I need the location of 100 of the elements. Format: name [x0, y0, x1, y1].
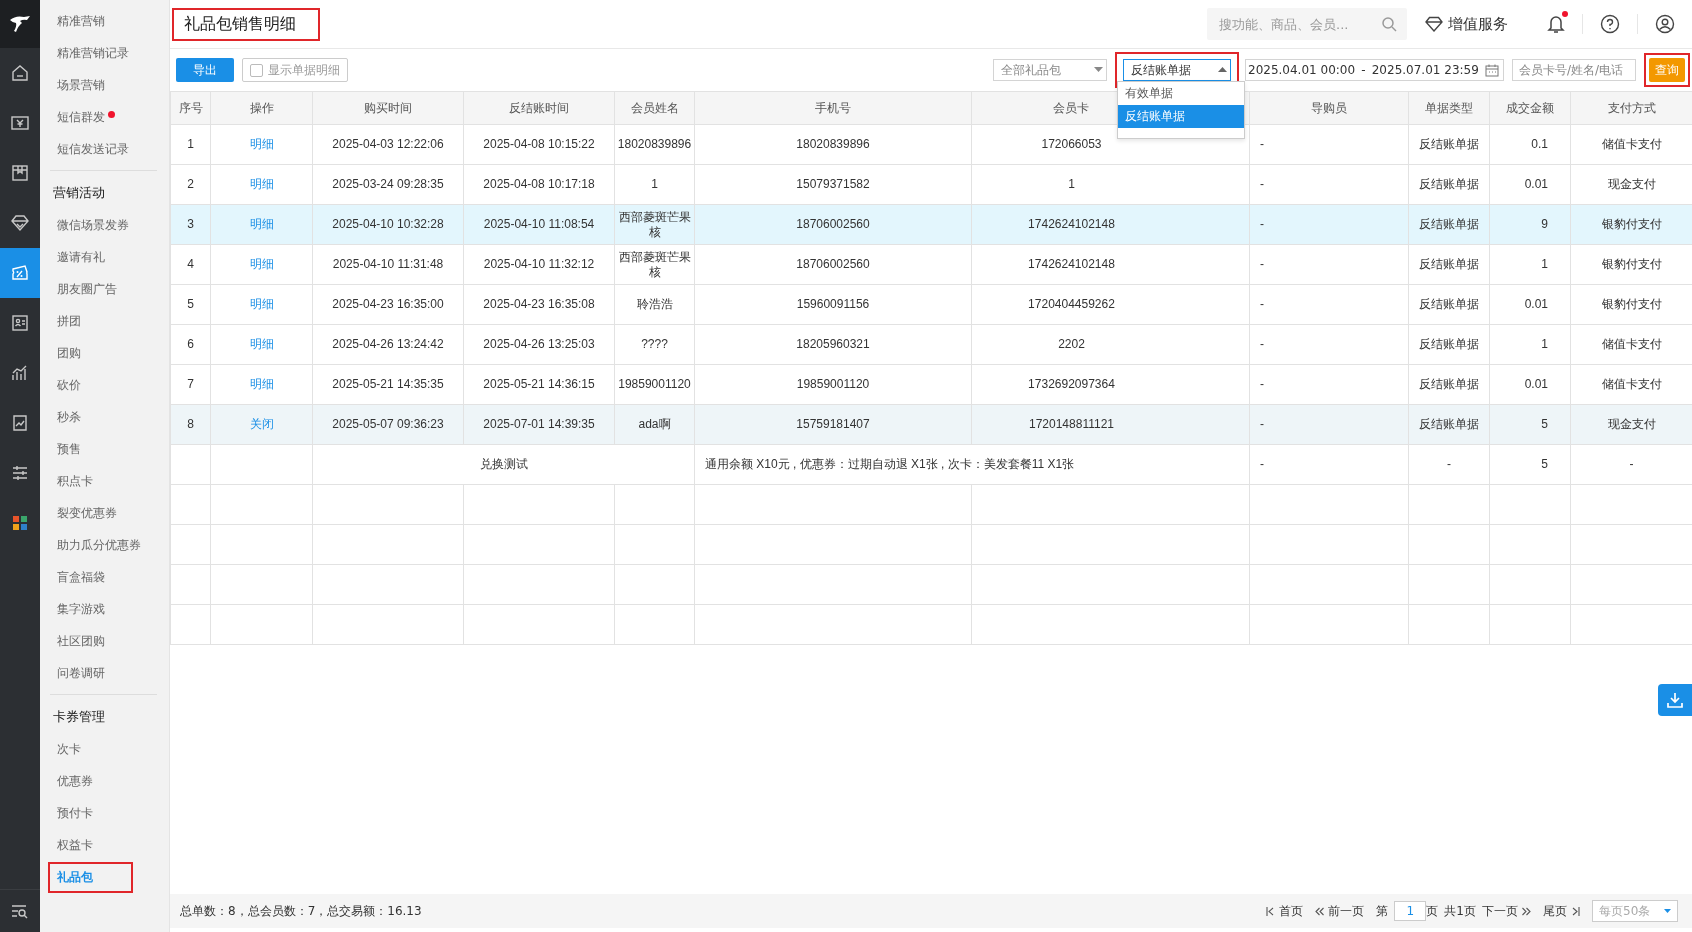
box-icon[interactable]: [10, 163, 30, 183]
page-title: 礼品包销售明细: [174, 9, 318, 39]
sidebar-item[interactable]: 秒杀: [57, 408, 81, 426]
table-row[interactable]: 8 关闭 2025-05-07 09:36:23 2025-07-01 14:39:35 ada啊 15759181407 1720148811121 - 反结账单据 5 现金支付: [170, 404, 1692, 445]
sidebar-item[interactable]: 权益卡: [57, 836, 93, 854]
table-cell: 2025-05-07 09:36:23: [312, 404, 464, 445]
row-action-link[interactable]: 关闭: [249, 417, 274, 431]
last-page-button[interactable]: 尾页: [1543, 902, 1580, 920]
page-label: 第: [1376, 902, 1389, 920]
first-page-button[interactable]: 首页: [1266, 902, 1304, 920]
caret-down-icon: [1664, 909, 1671, 913]
row-action-link[interactable]: 明细: [249, 217, 274, 231]
table-cell: 4: [170, 244, 211, 285]
table-row[interactable]: 1 明细 2025-04-03 12:22:06 2025-04-08 10:15:22 18020839896 18020839896 172066053 - 反结账单据 0.1 储值卡支付: [170, 124, 1692, 165]
previous-page-button[interactable]: 前一页: [1315, 902, 1365, 920]
user-icon[interactable]: [1655, 14, 1675, 34]
sidebar-item[interactable]: 盲盒福袋: [57, 568, 105, 586]
table-cell: 1: [1489, 244, 1571, 285]
sidebar-item[interactable]: 精准营销: [57, 12, 105, 30]
next-page-button[interactable]: 下一页: [1482, 902, 1531, 920]
sidebar-item[interactable]: 社区团购: [57, 632, 105, 650]
table-cell: 2025-04-03 12:22:06: [312, 124, 464, 165]
table-cell: 18205960321: [694, 324, 972, 365]
help-icon[interactable]: [1600, 14, 1620, 34]
sidebar-item[interactable]: 短信群发: [57, 108, 105, 126]
table-cell: 2025-04-26 13:25:03: [463, 324, 615, 365]
bill-type-select[interactable]: 反结账单据: [1123, 59, 1231, 81]
dropdown-option[interactable]: 反结账单据: [1118, 105, 1244, 128]
table-row[interactable]: 3 明细 2025-04-10 10:32:28 2025-04-10 11:08:54 西部菱斑芒果核 18706002560 1742624102148 - 反结账单据 9 银豹付支付: [170, 204, 1692, 245]
table-cell: 反结账单据: [1408, 284, 1490, 325]
sidebar-item[interactable]: 问卷调研: [57, 664, 105, 682]
table-cell: 反结账单据: [1408, 124, 1490, 165]
table-row[interactable]: 2 明细 2025-03-24 09:28:35 2025-04-08 10:17:18 1 15079371582 1 - 反结账单据 0.01 现金支付: [170, 164, 1692, 205]
row-action-link[interactable]: 明细: [249, 337, 274, 351]
sidebar-item[interactable]: 邀请有礼: [57, 248, 105, 266]
date-range-field[interactable]: 2025.04.01 00:00 - 2025.07.01 23:59: [1245, 59, 1504, 81]
row-action-link[interactable]: 明细: [249, 257, 274, 271]
download-icon[interactable]: [1666, 691, 1684, 709]
table-cell: 反结账单据: [1408, 204, 1490, 245]
table-cell: -: [1249, 324, 1409, 365]
sidebar-item[interactable]: 朋友圈广告: [57, 280, 117, 298]
package-select[interactable]: 全部礼品包: [993, 59, 1107, 81]
sidebar-item[interactable]: 次卡: [57, 740, 81, 758]
table-cell: -: [1249, 404, 1409, 445]
table-row[interactable]: 4 明细 2025-04-10 11:31:48 2025-04-10 11:32:12 西部菱斑芒果核 18706002560 1742624102148 - 反结账单据 1 银豹付支付: [170, 244, 1692, 285]
first-page-icon: [1266, 906, 1276, 916]
table-cell: 反结账单据: [1408, 404, 1490, 445]
page-number-field[interactable]: 1: [1394, 901, 1427, 921]
table-row[interactable]: 5 明细 2025-04-23 16:35:00 2025-04-23 16:35:08 聆浩浩 15960091156 1720404459262 - 反结账单据 0.01 银豹付支付: [170, 284, 1692, 325]
row-action-link[interactable]: 明细: [249, 377, 274, 391]
row-action-link[interactable]: 明细: [249, 297, 274, 311]
report-icon[interactable]: [10, 413, 30, 433]
table-cell: 15960091156: [694, 284, 972, 325]
table-cell: 1: [170, 124, 211, 165]
logo-icon[interactable]: [8, 14, 32, 34]
row-action-link[interactable]: 明细: [249, 177, 274, 191]
home-icon[interactable]: [10, 63, 30, 83]
export-button[interactable]: 导出: [176, 58, 234, 82]
sidebar-item[interactable]: 优惠券: [57, 772, 93, 790]
checkbox-square[interactable]: [250, 63, 263, 77]
show-details-checkbox[interactable]: 显示单据明细: [242, 58, 348, 82]
sidebar-item[interactable]: 集字游戏: [57, 600, 105, 618]
sidebar-item[interactable]: 裂变优惠券: [57, 504, 117, 522]
sidebar-item[interactable]: 礼品包: [50, 863, 131, 891]
sidebar-item[interactable]: 精准营销记录: [57, 44, 129, 62]
bell-icon[interactable]: [1547, 14, 1565, 34]
table-cell: 2025-04-10 10:32:28: [312, 204, 464, 245]
value-added-button[interactable]: 增值服务: [1425, 14, 1508, 34]
sidebar-item[interactable]: 助力瓜分优惠券: [57, 536, 141, 554]
coupon-icon[interactable]: [10, 263, 30, 283]
sidebar-item[interactable]: 场景营销: [57, 76, 105, 94]
table-cell: -: [1249, 244, 1409, 285]
member-search-field[interactable]: 会员卡号/姓名/电话: [1512, 59, 1636, 81]
table-cell: 6: [170, 324, 211, 365]
sidebar-item[interactable]: 预付卡: [57, 804, 93, 822]
cash-icon[interactable]: [10, 113, 30, 133]
sidebar-item[interactable]: 微信场景发券: [57, 216, 129, 234]
diamond-icon[interactable]: [10, 213, 30, 233]
table-row[interactable]: 6 明细 2025-04-26 13:24:42 2025-04-26 13:25:03 ???? 18205960321 2202 - 反结账单据 1 储值卡支付: [170, 324, 1692, 365]
sidebar-item[interactable]: 拼团: [57, 312, 81, 330]
table-cell: 18706002560: [694, 244, 972, 285]
sidebar-item[interactable]: 积点卡: [57, 472, 93, 490]
summary-text: 总单数：8，总会员数：7，总交易额：16.13: [180, 902, 422, 920]
apps-icon[interactable]: [10, 513, 30, 533]
table-cell: 2025-03-24 09:28:35: [312, 164, 464, 205]
row-action-link[interactable]: 明细: [249, 137, 274, 151]
table-row[interactable]: 7 明细 2025-05-21 14:35:35 2025-05-21 14:36:15 19859001120 19859001120 1732692097364 - 反结账单据 0.01 储值卡支付: [170, 364, 1692, 405]
search-field[interactable]: 搜功能、商品、会员...: [1207, 8, 1407, 40]
sidebar-item[interactable]: 团购: [57, 344, 81, 362]
column-header: 支付方式: [1570, 91, 1692, 125]
search-input[interactable]: 搜功能、商品、会员...: [1217, 15, 1381, 33]
sidebar-item[interactable]: 预售: [57, 440, 81, 458]
table-cell: 172066053: [971, 124, 1250, 165]
sliders-icon[interactable]: [10, 463, 30, 483]
sidebar-item[interactable]: 短信发送记录: [57, 140, 129, 158]
column-header: 手机号: [694, 91, 972, 125]
id-card-icon[interactable]: [10, 313, 30, 333]
menu-search-icon[interactable]: [10, 903, 30, 919]
sidebar-item[interactable]: 砍价: [57, 376, 81, 394]
table-cell: 8: [170, 404, 211, 445]
